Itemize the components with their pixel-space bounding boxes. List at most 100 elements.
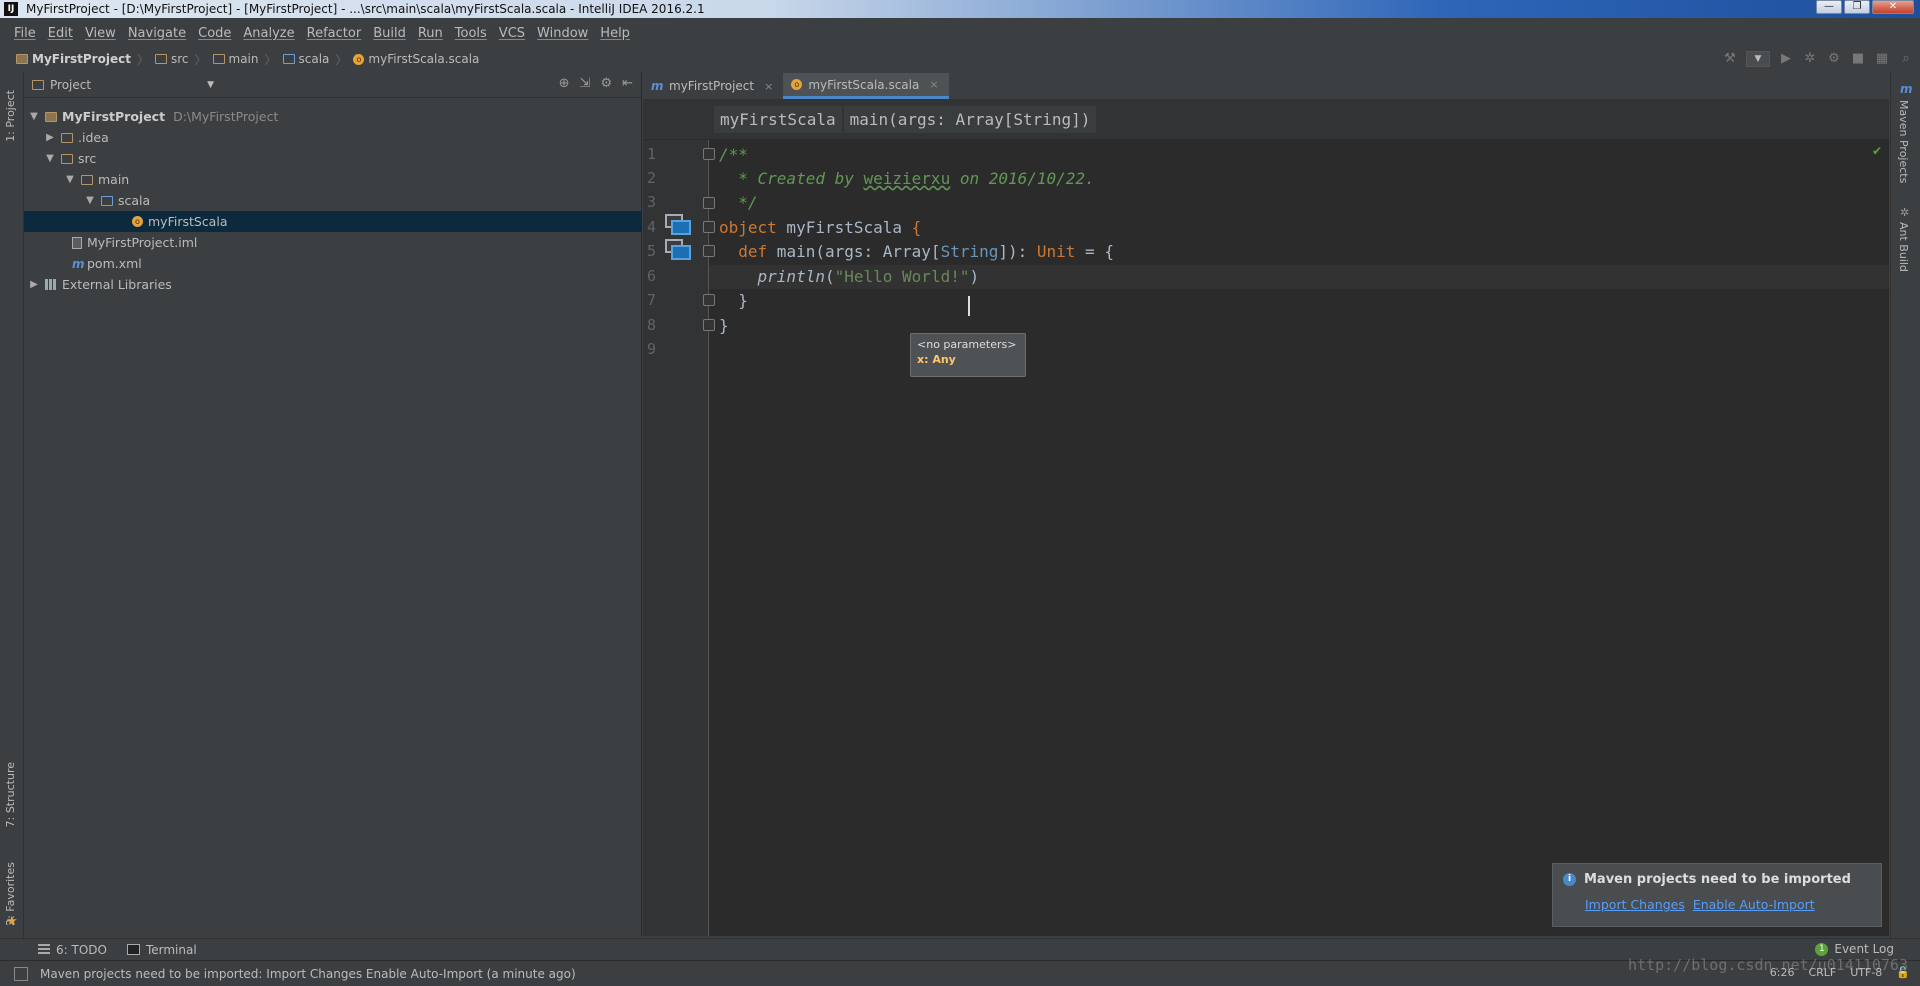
search-everywhere-icon[interactable]: ⌕	[1898, 51, 1914, 67]
ant-build-tool-tab[interactable]: Ant Build	[1897, 222, 1910, 272]
run-icon[interactable]: ▶	[1778, 51, 1794, 67]
expanded-arrow-icon[interactable]: ▼	[28, 111, 40, 122]
terminal-tool-button[interactable]: Terminal	[126, 943, 197, 957]
nav-crumb-scala[interactable]: scala	[282, 52, 329, 66]
menu-code[interactable]: Code	[198, 23, 231, 45]
tree-item-iml[interactable]: MyFirstProject.iml	[24, 232, 642, 253]
build-project-icon[interactable]: ⚒	[1722, 51, 1738, 67]
code-line-3: */	[719, 191, 757, 215]
tree-item-pom[interactable]: m pom.xml	[24, 253, 642, 274]
maven-import-notification: i Maven projects need to be imported Imp…	[1552, 863, 1882, 927]
menu-help[interactable]: Help	[600, 23, 630, 45]
window-title-bar: IJ MyFirstProject - [D:\MyFirstProject] …	[0, 0, 1920, 18]
nav-separator: 〉	[194, 52, 207, 67]
project-tool-tab[interactable]: 1: Project	[4, 90, 17, 142]
code-line-7: }	[719, 289, 748, 313]
collapsed-arrow-icon[interactable]: ▶	[28, 279, 40, 290]
expanded-arrow-icon[interactable]: ▼	[64, 174, 76, 185]
project-folder-icon	[45, 111, 57, 122]
maven-file-icon: m	[72, 256, 85, 271]
nav-crumb-src[interactable]: src	[154, 52, 188, 66]
maven-projects-tool-tab[interactable]: Maven Projects	[1897, 100, 1910, 183]
import-changes-link[interactable]: Import Changes	[1585, 897, 1685, 912]
library-icon	[45, 279, 57, 290]
close-tab-icon[interactable]: ×	[929, 78, 938, 91]
menu-run[interactable]: Run	[418, 23, 443, 45]
close-tab-icon[interactable]: ×	[764, 80, 773, 93]
doc-comment: /**	[719, 145, 748, 164]
fold-marker-icon[interactable]	[703, 294, 715, 306]
breadcrumb-method[interactable]: main(args: Array[String])	[843, 106, 1097, 133]
tool-windows-toggle-icon[interactable]	[14, 966, 28, 981]
tree-item-label: src	[78, 151, 97, 166]
tree-item-scala[interactable]: ▼ scala	[24, 190, 642, 211]
nav-separator: 〉	[264, 52, 277, 67]
menu-build[interactable]: Build	[373, 23, 406, 45]
terminal-icon	[126, 944, 140, 955]
right-tool-strip: m Maven Projects ✲ Ant Build	[1890, 72, 1920, 940]
nav-crumb-main[interactable]: main	[212, 52, 258, 66]
run-object-gutter-icon[interactable]	[665, 214, 691, 236]
expanded-arrow-icon[interactable]: ▼	[44, 153, 56, 164]
menu-refactor[interactable]: Refactor	[307, 23, 362, 45]
status-message[interactable]: Maven projects need to be imported: Impo…	[40, 967, 576, 981]
structure-tool-tab[interactable]: 7: Structure	[4, 762, 17, 827]
view-mode-dropdown-icon[interactable]: ▼	[207, 80, 214, 90]
project-structure-icon[interactable]: ▦	[1874, 51, 1890, 67]
tree-item-src[interactable]: ▼ src	[24, 148, 642, 169]
enable-auto-import-link[interactable]: Enable Auto-Import	[1693, 897, 1815, 912]
tree-item-myfirstscala[interactable]: o myFirstScala	[24, 211, 642, 232]
sync-icon[interactable]: ⊕	[559, 76, 570, 91]
menu-navigate[interactable]: Navigate	[128, 23, 186, 45]
debug-icon[interactable]: ✲	[1802, 51, 1818, 67]
tree-item-external-libraries[interactable]: ▶ External Libraries	[24, 274, 642, 295]
breadcrumb-object[interactable]: myFirstScala	[714, 106, 842, 133]
code-text-area[interactable]: /** * Created by weizierxu on 2016/10/22…	[709, 140, 1889, 936]
menu-tools[interactable]: Tools	[455, 23, 487, 45]
maximize-button[interactable]: ❐	[1844, 0, 1870, 14]
menu-edit[interactable]: Edit	[48, 23, 73, 45]
identifier: (	[824, 267, 835, 286]
line-number: 9	[647, 340, 657, 358]
brace: {	[911, 218, 922, 237]
menu-file[interactable]: File	[14, 23, 36, 45]
run-config-dropdown[interactable]: ▼	[1746, 51, 1770, 67]
expanded-arrow-icon[interactable]: ▼	[84, 195, 96, 206]
editor-area: m myFirstProject × o myFirstScala.scala …	[643, 72, 1889, 936]
collapse-all-icon[interactable]: ⇲	[580, 76, 591, 91]
tree-item-idea[interactable]: ▶ .idea	[24, 127, 642, 148]
tree-item-main[interactable]: ▼ main	[24, 169, 642, 190]
coverage-icon[interactable]: ⚙	[1826, 51, 1842, 67]
fold-marker-icon[interactable]	[703, 221, 715, 233]
minimize-button[interactable]: —	[1816, 0, 1842, 14]
gear-icon[interactable]: ⚙	[600, 76, 612, 91]
tree-item-path: D:\MyFirstProject	[173, 109, 279, 124]
nav-crumb-file[interactable]: o myFirstScala.scala	[353, 52, 479, 66]
line-number: 3	[647, 193, 657, 211]
window-title: MyFirstProject - [D:\MyFirstProject] - […	[26, 2, 705, 16]
tree-item-project-root[interactable]: ▼ MyFirstProject D:\MyFirstProject	[24, 106, 642, 127]
hide-panel-icon[interactable]: ⇤	[622, 76, 633, 91]
fold-marker-icon[interactable]	[703, 319, 715, 331]
tree-item-label: pom.xml	[87, 256, 142, 271]
menu-view[interactable]: View	[85, 23, 116, 45]
stop-icon[interactable]: ■	[1850, 51, 1866, 67]
fold-marker-icon[interactable]	[703, 148, 715, 160]
run-main-gutter-icon[interactable]	[665, 239, 691, 261]
line-number: 5	[647, 242, 657, 260]
editor-tab-myfirstscala[interactable]: o myFirstScala.scala ×	[783, 73, 949, 99]
line-number: 4	[647, 218, 657, 236]
doc-comment: * Created by	[719, 169, 864, 188]
code-line-4: object myFirstScala {	[719, 216, 921, 240]
menu-analyze[interactable]: Analyze	[243, 23, 294, 45]
fold-marker-icon[interactable]	[703, 245, 715, 257]
editor-tab-pom[interactable]: m myFirstProject ×	[643, 73, 783, 99]
fold-marker-icon[interactable]	[703, 197, 715, 209]
close-button[interactable]: ✕	[1872, 0, 1914, 14]
menu-vcs[interactable]: VCS	[499, 23, 525, 45]
collapsed-arrow-icon[interactable]: ▶	[44, 132, 56, 143]
menu-window[interactable]: Window	[537, 23, 588, 45]
project-panel-title[interactable]: Project	[50, 78, 91, 92]
nav-crumb-project[interactable]: MyFirstProject	[16, 52, 131, 66]
todo-tool-button[interactable]: 6: TODO	[38, 943, 107, 957]
